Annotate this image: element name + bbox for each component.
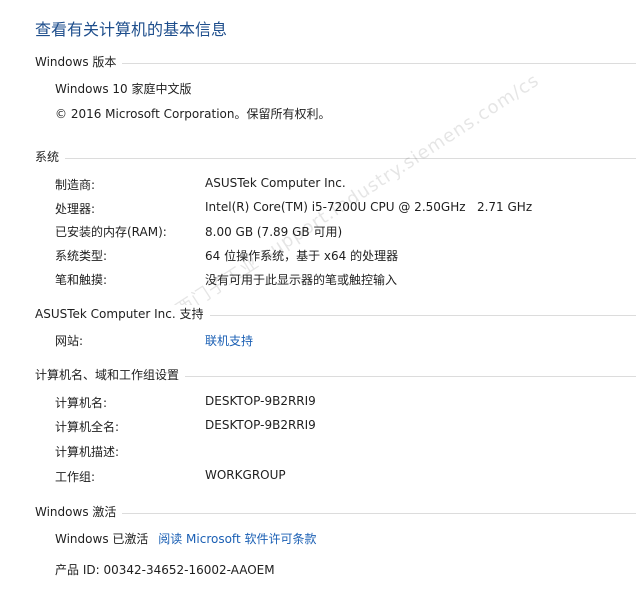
- page-title: 查看有关计算机的基本信息: [35, 20, 228, 39]
- computer-name-label: 计算机名:: [55, 396, 108, 410]
- divider: [35, 513, 636, 514]
- section-header: ASUSTek Computer Inc. 支持: [35, 305, 210, 322]
- section-support: ASUSTek Computer Inc. 支持: [35, 305, 636, 325]
- manufacturer-label: 制造商:: [55, 178, 96, 192]
- section-activation: Windows 激活: [35, 503, 636, 523]
- system-type-value: 64 位操作系统，基于 x64 的处理器: [205, 249, 399, 263]
- section-header: 计算机名、域和工作组设置: [35, 366, 186, 383]
- windows-edition-value: Windows 10 家庭中文版: [55, 82, 192, 96]
- workgroup-value: WORKGROUP: [205, 468, 286, 482]
- license-terms-link[interactable]: 阅读 Microsoft 软件许可条款: [158, 532, 316, 546]
- website-label: 网站:: [55, 334, 84, 348]
- section-header: 系统: [35, 148, 66, 165]
- copyright-text: © 2016 Microsoft Corporation。保留所有权利。: [55, 107, 331, 121]
- workgroup-label: 工作组:: [55, 470, 96, 484]
- pen-touch-value: 没有可用于此显示器的笔或触控输入: [205, 273, 398, 287]
- ram-value: 8.00 GB (7.89 GB 可用): [205, 225, 343, 239]
- pen-touch-label: 笔和触摸:: [55, 273, 108, 287]
- section-computer-name: 计算机名、域和工作组设置: [35, 366, 636, 386]
- full-computer-name-label: 计算机全名:: [55, 420, 120, 434]
- online-support-link[interactable]: 联机支持: [205, 332, 253, 349]
- ram-label: 已安装的内存(RAM):: [55, 225, 167, 239]
- divider: [35, 158, 636, 159]
- activation-status-text: Windows 已激活: [55, 532, 149, 546]
- section-header: Windows 版本: [35, 53, 123, 70]
- full-computer-name-value: DESKTOP-9B2RRI9: [205, 418, 316, 432]
- processor-label: 处理器:: [55, 202, 96, 216]
- section-windows-edition: Windows 版本: [35, 53, 636, 73]
- section-header: Windows 激活: [35, 503, 123, 520]
- system-type-label: 系统类型:: [55, 249, 108, 263]
- processor-value: Intel(R) Core(TM) i5-7200U CPU @ 2.50GHz…: [205, 200, 533, 214]
- computer-description-label: 计算机描述:: [55, 445, 120, 459]
- manufacturer-value: ASUSTek Computer Inc.: [205, 176, 346, 190]
- section-system: 系统: [35, 148, 636, 168]
- activation-status: Windows 已激活 阅读 Microsoft 软件许可条款: [55, 530, 316, 547]
- product-id: 产品 ID: 00342-34652-16002-AAOEM: [55, 563, 275, 577]
- divider: [35, 63, 636, 64]
- computer-name-value: DESKTOP-9B2RRI9: [205, 394, 316, 408]
